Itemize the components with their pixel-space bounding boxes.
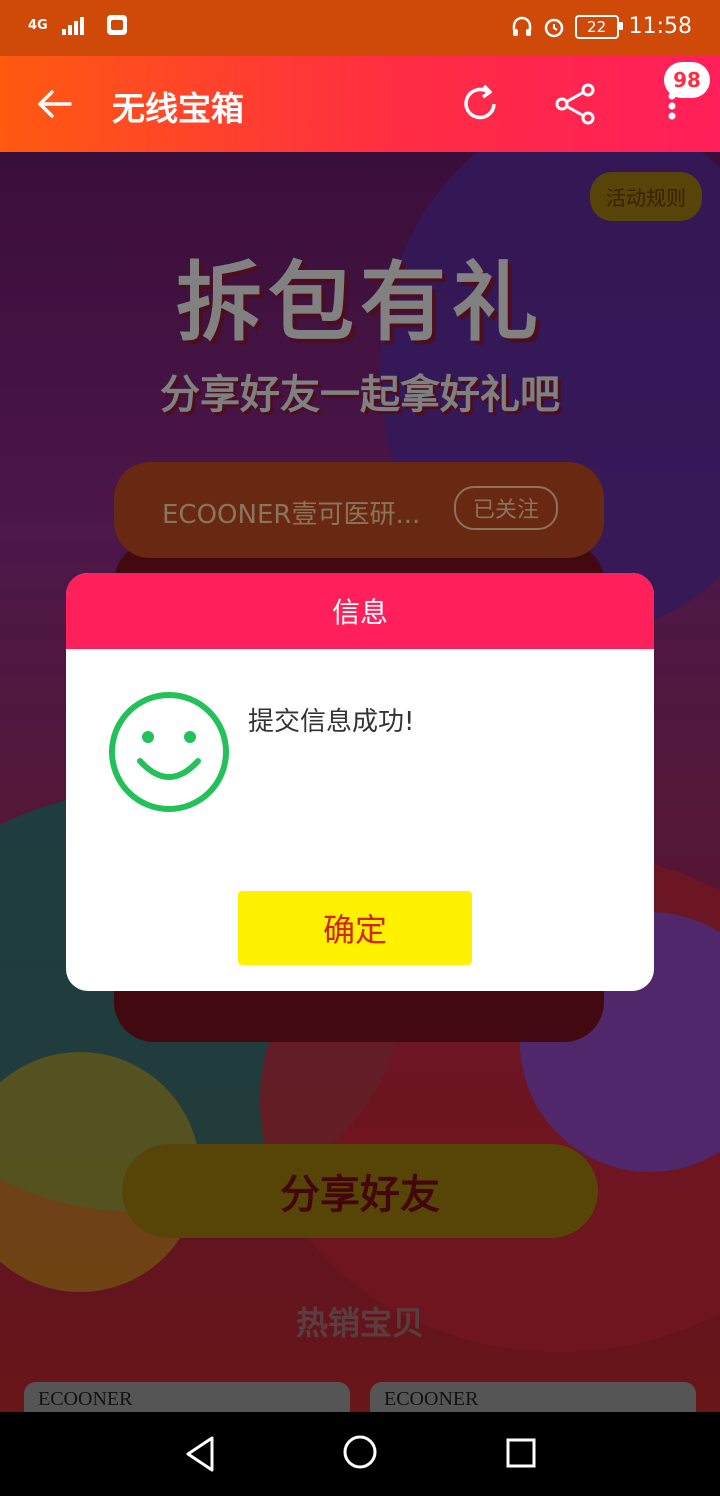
- signal-icon: [61, 17, 84, 35]
- notification-app-icon: [106, 15, 127, 35]
- app-bar: 无线宝箱 98: [0, 56, 720, 152]
- nav-back-icon[interactable]: [184, 1436, 216, 1472]
- status-bar: 4G 22 11:58: [0, 0, 720, 56]
- smiley-icon: [109, 692, 229, 812]
- status-right: 22 11:58: [511, 14, 692, 39]
- dialog-message: 提交信息成功!: [248, 707, 415, 737]
- refresh-icon[interactable]: [458, 82, 502, 126]
- page-title: 无线宝箱: [112, 89, 244, 128]
- notification-badge: 98: [664, 62, 710, 98]
- status-left: 4G: [28, 14, 128, 36]
- battery-icon: 22: [574, 14, 623, 39]
- headphone-icon: [512, 16, 531, 36]
- system-nav-bar: [0, 1412, 720, 1496]
- share-icon[interactable]: [554, 82, 598, 126]
- network-label: 4G: [28, 17, 48, 33]
- back-arrow-icon[interactable]: [34, 84, 74, 124]
- dialog-title: 信息: [66, 573, 654, 649]
- clock: 11:58: [628, 14, 692, 39]
- confirm-button[interactable]: 确定: [238, 891, 472, 965]
- info-dialog: 信息 提交信息成功! 确定: [66, 573, 654, 991]
- nav-recent-apps-icon[interactable]: [506, 1438, 536, 1468]
- nav-home-icon[interactable]: [342, 1434, 378, 1470]
- alarm-icon: [544, 18, 563, 37]
- battery-level: 22: [587, 17, 607, 36]
